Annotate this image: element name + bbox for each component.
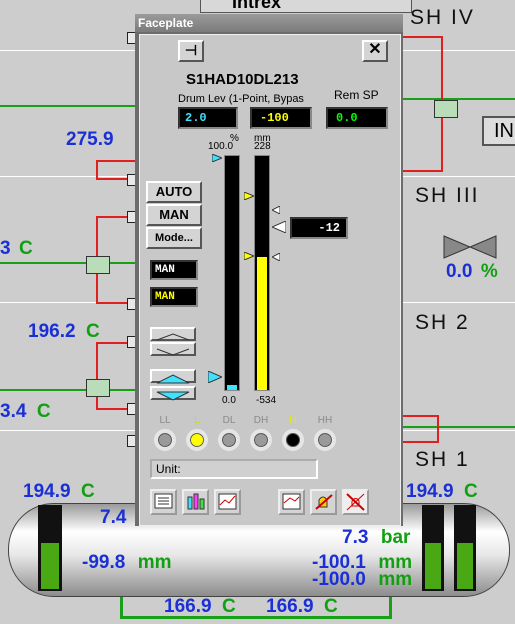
rem-sp-value: 0.0 [326, 107, 388, 129]
alarm-lamp-hh [314, 429, 336, 451]
chart-icon [282, 493, 301, 510]
unit-label: Unit: [156, 462, 181, 476]
drum-level-gauge-right-1 [422, 505, 444, 591]
slow-increase-button[interactable] [150, 327, 196, 341]
report-button[interactable] [150, 489, 177, 515]
alarm-lamp-l [186, 429, 208, 451]
in-button-label: IN [494, 120, 514, 142]
out-scale-max: 100.0 [208, 141, 234, 152]
auto-button[interactable]: AUTO [146, 181, 202, 203]
alarm-suppress-button[interactable] [342, 489, 369, 515]
limit-marker-icon [272, 206, 280, 214]
control-valve-icon[interactable] [442, 234, 498, 260]
alarm-bell-button[interactable] [310, 489, 337, 515]
faceplate-body: ⊣ ✕ S1HAD10DL213 Drum Lev (1-Point, Bypa… [139, 34, 401, 526]
rem-sp-label: Rem SP [334, 88, 379, 102]
faceplate-window[interactable]: Faceplate ⊣ ✕ S1HAD10DL213 Drum Lev (1-P… [135, 14, 403, 526]
pv-bar-fill [257, 257, 267, 390]
temp-value-1: 275.9 [66, 129, 114, 150]
lamp-label-h: H [289, 415, 297, 426]
output-bar-fill [227, 385, 237, 390]
output-value: 2.0 [178, 107, 238, 129]
lamp-label-ll: LL [159, 415, 171, 426]
pin-icon: ⊣ [184, 42, 198, 58]
drum-level-gauge-right-2 [454, 505, 476, 591]
trend-button[interactable] [214, 489, 241, 515]
chevron-down-icon [156, 348, 190, 356]
lamp-label-dh: DH [253, 415, 269, 426]
section-label-sh4: SH IV [410, 6, 475, 29]
chart-button[interactable] [278, 489, 305, 515]
pin-button[interactable]: ⊣ [178, 40, 204, 62]
header-title: Intrex [232, 0, 282, 12]
bottom-temp-1: 166.9 C [164, 596, 236, 617]
man-button[interactable]: MAN [146, 204, 202, 226]
out-scale-min: 0.0 [222, 395, 236, 406]
pv-scale-max: 228 [254, 141, 271, 152]
in-button[interactable]: IN [482, 116, 515, 146]
alarm-lamp-dl [218, 429, 240, 451]
limit-marker-icon [272, 253, 280, 261]
section-label-sh2: SH 2 [415, 311, 470, 334]
bar-graph-icon [187, 493, 205, 510]
fast-decrease-button[interactable] [150, 386, 196, 401]
section-label-sh3: SH III [415, 184, 480, 207]
temp-value-4: 3.4 C [0, 401, 51, 422]
setpoint-marker-icon[interactable] [272, 221, 286, 233]
mode-display-1: MAN [150, 260, 198, 280]
alarm-lamp-ll [154, 429, 176, 451]
output-marker-top-icon [212, 154, 222, 162]
drum-level-gauge-left [38, 505, 62, 591]
alarm-lamp-dh [250, 429, 272, 451]
trend-icon [218, 493, 237, 510]
pv-scale-min: -534 [256, 395, 277, 406]
valve-icon[interactable] [86, 379, 110, 397]
drum-pressure-left: 7.4 [100, 507, 127, 528]
drum-pressure-right: 7.3 bar [342, 527, 411, 548]
pv-marker-high-icon [244, 192, 254, 200]
close-icon: ✕ [368, 41, 382, 58]
alarm-lamp-h [282, 429, 304, 451]
temp-value-3: 196.2 C [28, 321, 100, 342]
close-button[interactable]: ✕ [362, 40, 388, 62]
pv-value: -100 [250, 107, 312, 129]
lamp-label-dl: DL [222, 415, 236, 426]
valve-icon[interactable] [86, 256, 110, 274]
chevron-up-icon [156, 333, 190, 341]
pv-bar [254, 155, 270, 391]
bottom-temp-2: 166.9 C [266, 596, 338, 617]
section-label-sh1: SH 1 [415, 448, 470, 471]
temp-value-2: 3 C [0, 238, 33, 259]
valve-icon[interactable] [434, 100, 458, 118]
drum-level-left: -99.8 mm [82, 552, 172, 573]
drum-level-right-2: -100.0 mm [312, 569, 413, 590]
arrow-up-icon [156, 374, 190, 384]
arrow-down-icon [156, 391, 190, 401]
mode-button[interactable]: Mode... [146, 227, 202, 249]
valve-percent: 0.0 % [446, 261, 498, 282]
mode-display-2: MAN [150, 287, 198, 307]
tag-description: Drum Lev (1-Point, Bypas [178, 93, 304, 105]
setpoint-value[interactable]: -12 [290, 217, 348, 239]
drum-temp-right: 194.9 C [406, 481, 478, 502]
lamp-label-l: L [194, 415, 200, 426]
alarm-suppress-icon [346, 493, 365, 511]
faceplate-title: Faceplate [138, 16, 194, 30]
bar-graph-button[interactable] [182, 489, 209, 515]
unit-field[interactable]: Unit: [150, 459, 318, 479]
output-marker-icon[interactable] [208, 371, 222, 383]
pv-marker-low-icon [244, 252, 254, 260]
slow-decrease-button[interactable] [150, 342, 196, 356]
fast-increase-button[interactable] [150, 369, 196, 384]
tag-name: S1HAD10DL213 [186, 71, 299, 88]
report-icon [154, 493, 173, 509]
output-bar [224, 155, 240, 391]
faceplate-titlebar[interactable]: Faceplate [135, 14, 403, 32]
alarm-bell-icon [315, 494, 333, 510]
drum-temp-left: 194.9 C [23, 481, 95, 502]
lamp-label-hh: HH [317, 415, 333, 426]
